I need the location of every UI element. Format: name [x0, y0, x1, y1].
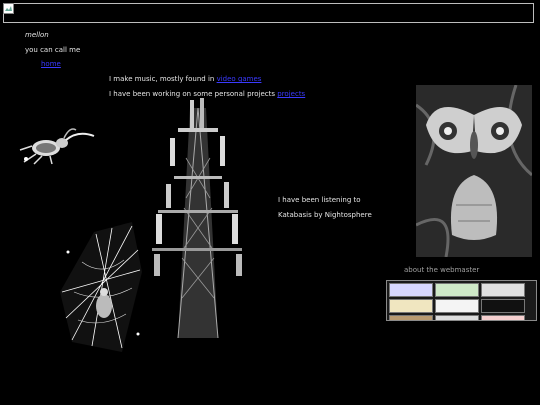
badge-2[interactable]: [435, 283, 479, 297]
beetle-illustration: [19, 128, 95, 165]
moth-photo: [416, 85, 532, 257]
site-name: mellon: [25, 31, 49, 39]
cell-tower-photo: [152, 98, 242, 338]
call-me-text: you can call me: [25, 46, 81, 54]
badge-5[interactable]: [435, 299, 479, 313]
listening-label: I have been listening to: [278, 196, 361, 204]
now-playing: Katabasis by Nightosphere: [278, 211, 372, 219]
projects-line: I have been working on some personal pro…: [109, 90, 305, 98]
badge-3[interactable]: [481, 283, 525, 297]
music-line: I make music, mostly found in video game…: [109, 75, 261, 83]
header-banner: [3, 3, 534, 23]
projects-link[interactable]: projects: [277, 90, 305, 98]
spider-web-illustration: [60, 222, 142, 352]
badge-4[interactable]: [389, 299, 433, 313]
video-games-link[interactable]: video games: [217, 75, 262, 83]
music-text: I make music, mostly found in: [109, 75, 215, 83]
projects-text: I have been working on some personal pro…: [109, 90, 276, 98]
badge-8[interactable]: [435, 315, 479, 320]
badge-collection: [386, 280, 537, 321]
badge-6[interactable]: [481, 299, 525, 313]
badge-1[interactable]: [389, 283, 433, 297]
badge-7[interactable]: [389, 315, 433, 320]
home-link[interactable]: home: [41, 60, 61, 68]
badge-9[interactable]: [481, 315, 525, 320]
broken-image-icon: [3, 3, 14, 14]
about-webmaster-label: about the webmaster: [404, 266, 480, 274]
